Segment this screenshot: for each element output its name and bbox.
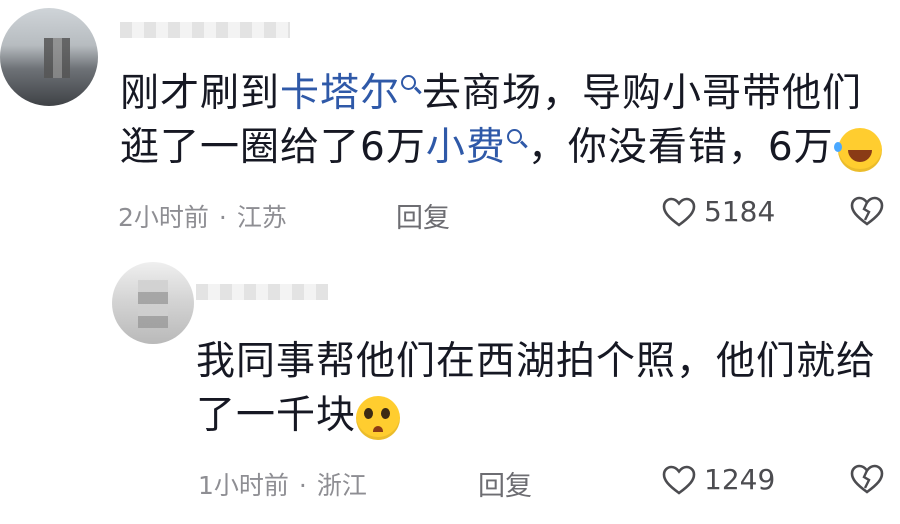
- location: 江苏: [236, 203, 287, 232]
- broken-heart-icon[interactable]: [850, 196, 884, 226]
- laughing-crying-emoji-icon: [833, 127, 882, 172]
- search-icon: [400, 74, 422, 96]
- like-button[interactable]: 1249: [662, 463, 775, 496]
- reply-text-line1: 我同事帮他们在西湖拍个照，他们就给: [196, 339, 877, 384]
- broken-heart-icon[interactable]: [850, 464, 884, 494]
- search-icon: [506, 128, 528, 150]
- comment-text-line1: 刚才刷到卡塔尔 去商场，导购小哥带他们: [120, 71, 863, 116]
- like-count: 1249: [704, 463, 776, 496]
- heart-icon: [662, 197, 696, 227]
- search-link-qatar[interactable]: 卡塔尔: [280, 71, 422, 116]
- reply-username-blurred[interactable]: [196, 284, 328, 300]
- like-count: 5184: [704, 195, 776, 228]
- comment-meta: 2小时前 · 江苏: [118, 203, 287, 232]
- reply-meta: 1小时前 · 浙江: [198, 471, 367, 500]
- reply-button[interactable]: 回复: [396, 196, 450, 235]
- pleading-tears-emoji-icon: [356, 395, 401, 440]
- username-blurred[interactable]: [120, 22, 290, 38]
- location: 浙江: [316, 471, 367, 500]
- timestamp: 1小时前: [198, 471, 289, 500]
- reply-text-line2: 了一千块: [196, 394, 401, 440]
- search-link-tip[interactable]: 小费: [426, 125, 528, 170]
- timestamp: 2小时前: [118, 203, 209, 232]
- user-avatar[interactable]: [0, 8, 98, 106]
- reply-user-avatar[interactable]: [112, 262, 194, 344]
- like-button[interactable]: 5184: [662, 195, 775, 228]
- reply-button[interactable]: 回复: [478, 464, 532, 503]
- heart-icon: [662, 465, 696, 495]
- comment-text-line2: 逛了一圈给了6万小费 ，你没看错，6万: [120, 126, 882, 172]
